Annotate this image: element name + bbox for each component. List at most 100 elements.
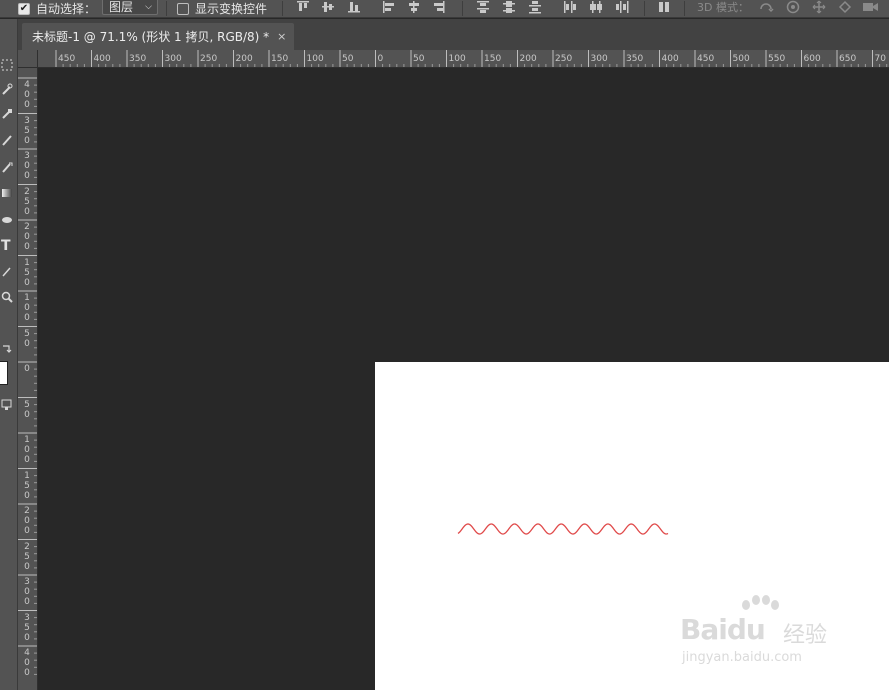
- auto-select-group: ✔ 自动选择：: [18, 0, 96, 17]
- ruler-label: 0: [377, 54, 384, 64]
- ruler-label: 200: [519, 54, 537, 64]
- watermark-brand: Baidu: [680, 613, 766, 646]
- ruler-label: 350: [24, 115, 30, 146]
- ruler-label: 400: [93, 54, 111, 64]
- quick-select-tool-icon[interactable]: [0, 81, 14, 97]
- ruler-label: 50: [413, 54, 425, 64]
- ruler-label: 600: [803, 54, 821, 64]
- watermark-chinese: 经验: [783, 623, 828, 648]
- align-right-edges-icon[interactable]: [432, 0, 446, 14]
- vertical-ruler[interactable]: 400 350 300 250 200 150 100 50 0 50 100 150 200 250 30…: [18, 68, 38, 690]
- wavy-line-shape[interactable]: [457, 517, 672, 541]
- ruler-label: 500: [732, 54, 750, 64]
- auto-select-label: 自动选择：: [36, 2, 97, 16]
- watermark-url: jingyan.baidu.com: [682, 650, 802, 665]
- 3d-rotate-icon[interactable]: [758, 0, 774, 14]
- ruler-label: 100: [24, 435, 30, 465]
- tools-panel: T: [0, 19, 18, 690]
- align-vertical-centers-icon[interactable]: [321, 0, 335, 14]
- separator: [462, 1, 463, 16]
- align-horizontal-centers-icon[interactable]: [407, 0, 421, 14]
- eyedropper-tool-icon[interactable]: [0, 106, 14, 122]
- show-transform-group: 显示变换控件: [177, 0, 267, 17]
- ruler-label: 200: [24, 222, 30, 252]
- distribute-bottom-icon[interactable]: [528, 0, 542, 14]
- ruler-label: 400: [24, 80, 30, 110]
- ruler-label: 650: [839, 54, 857, 64]
- ruler-origin[interactable]: [18, 50, 38, 68]
- ruler-label: 250: [24, 541, 30, 572]
- ruler-label: 50: [342, 54, 354, 64]
- ruler-label: 200: [24, 506, 30, 536]
- ruler-label: 200: [235, 54, 253, 64]
- ruler-label: 300: [24, 577, 30, 607]
- type-tool-icon[interactable]: T: [0, 237, 14, 253]
- distribute-top-icon[interactable]: [476, 0, 490, 14]
- ruler-label: 300: [164, 54, 182, 64]
- chevron-down-icon: ⌵: [145, 1, 152, 12]
- show-transform-label: 显示变换控件: [195, 2, 268, 16]
- ruler-label: 300: [24, 151, 30, 181]
- 3d-roll-icon[interactable]: [786, 0, 800, 14]
- separator: [644, 1, 645, 16]
- 3d-mode-label: 3D 模式：: [697, 1, 749, 14]
- distribute-right-icon[interactable]: [615, 0, 629, 14]
- show-transform-checkbox[interactable]: [177, 2, 189, 15]
- 3d-slide-icon[interactable]: [838, 0, 852, 14]
- document-tab[interactable]: 未标题-1 @ 71.1% (形状 1 拷贝, RGB/8) * ×: [22, 23, 295, 50]
- ruler-label: 400: [24, 648, 30, 678]
- 3d-pan-icon[interactable]: [812, 0, 826, 14]
- ruler-label: 50: [24, 399, 30, 420]
- ruler-label: 350: [24, 612, 30, 643]
- ruler-label: 150: [24, 470, 30, 501]
- ruler-label: 350: [626, 54, 644, 64]
- marquee-tool-icon[interactable]: [0, 57, 14, 73]
- distribute-vertical-centers-icon[interactable]: [502, 0, 516, 14]
- ruler-label: 450: [697, 54, 715, 64]
- align-top-edges-icon[interactable]: [296, 0, 310, 14]
- document-tab-bar: 未标题-1 @ 71.1% (形状 1 拷贝, RGB/8) * ×: [18, 19, 889, 50]
- auto-align-layers-icon[interactable]: [657, 0, 671, 14]
- zoom-tool-icon[interactable]: [0, 289, 14, 305]
- ruler-label: 150: [271, 54, 289, 64]
- ruler-label: 50: [24, 328, 30, 349]
- ruler-label: 550: [768, 54, 786, 64]
- auto-select-target-value: 图层: [109, 0, 134, 14]
- ruler-label: 150: [24, 257, 30, 288]
- ruler-label: 250: [555, 54, 573, 64]
- ruler-label: 450: [58, 54, 76, 64]
- brush-tool-icon[interactable]: [0, 132, 14, 148]
- separator: [684, 1, 685, 16]
- ruler-label: 400: [661, 54, 679, 64]
- wavy-line-path: [457, 523, 669, 535]
- gradient-tool-icon[interactable]: [0, 185, 14, 201]
- separator: [282, 1, 283, 16]
- align-left-edges-icon[interactable]: [382, 0, 396, 14]
- ruler-label: 250: [200, 54, 218, 64]
- document-tab-title: 未标题-1 @ 71.1% (形状 1 拷贝, RGB/8) *: [32, 30, 270, 44]
- ruler-label: 350: [129, 54, 147, 64]
- history-brush-tool-icon[interactable]: [0, 159, 14, 175]
- ruler-label: 0: [24, 364, 30, 374]
- separator: [166, 1, 167, 16]
- smudge-tool-icon[interactable]: [0, 211, 14, 227]
- path-selection-tool-icon[interactable]: [0, 263, 14, 279]
- ruler-label: 150: [484, 54, 502, 64]
- ruler-label: 70: [874, 54, 886, 64]
- auto-select-checkbox[interactable]: ✔: [18, 2, 30, 15]
- options-bar: ✔ 自动选择： 图层 ⌵ 显示变换控件 3D 模式：: [0, 0, 889, 18]
- quick-mask-icon[interactable]: [0, 397, 14, 413]
- distribute-left-icon[interactable]: [563, 0, 577, 14]
- distribute-horizontal-centers-icon[interactable]: [589, 0, 603, 14]
- ruler-label: 250: [24, 186, 30, 217]
- horizontal-ruler[interactable]: 450 400 350 300 250 200 150 100 50 0 50 100 150 200 25…: [38, 50, 889, 68]
- ruler-label: 100: [306, 54, 324, 64]
- auto-select-target-dropdown[interactable]: 图层 ⌵: [102, 0, 158, 15]
- ruler-label: 100: [24, 293, 30, 323]
- close-tab-icon[interactable]: ×: [277, 30, 286, 43]
- align-bottom-edges-icon[interactable]: [347, 0, 361, 14]
- swap-colors-icon[interactable]: [0, 341, 14, 357]
- background-color-swatch[interactable]: [0, 361, 8, 385]
- svg-text:T: T: [1, 238, 11, 252]
- 3d-scale-camera-icon[interactable]: [862, 0, 878, 14]
